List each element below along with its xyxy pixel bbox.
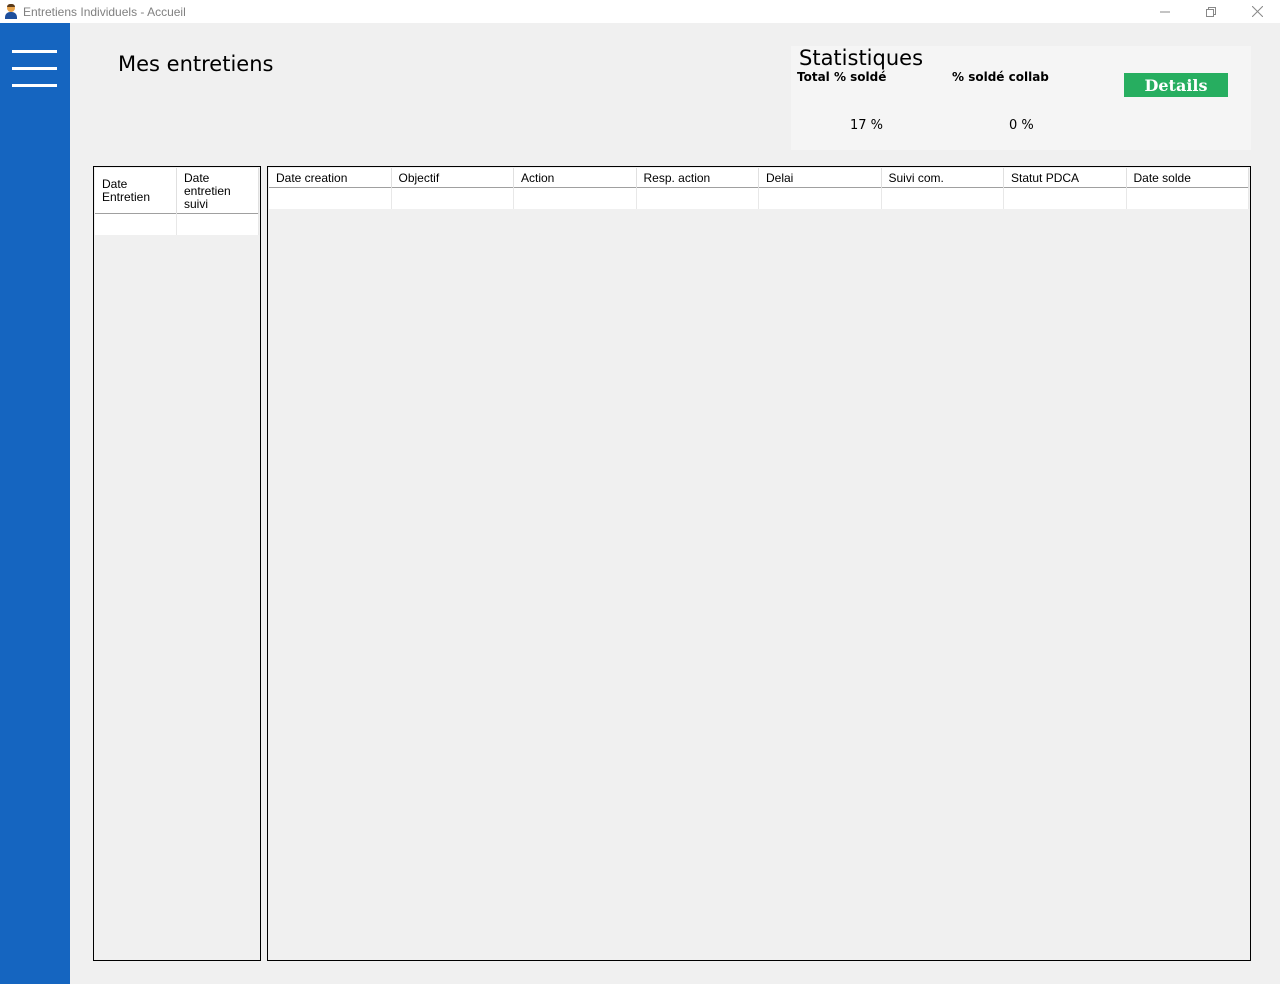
actions-grid[interactable]: Date creation Objectif Action Resp. acti… <box>267 166 1251 961</box>
table-cell[interactable] <box>269 188 392 209</box>
table-cell[interactable] <box>882 188 1004 209</box>
table-cell[interactable] <box>637 188 759 209</box>
user-icon <box>4 3 18 20</box>
column-header-date-entretien[interactable]: Date Entretien <box>95 168 177 214</box>
column-header-resp-action[interactable]: Resp. action <box>637 168 759 188</box>
total-solde-label: Total % soldé <box>797 70 887 84</box>
details-button[interactable]: Details <box>1124 73 1228 97</box>
column-header-date-creation[interactable]: Date creation <box>269 168 392 188</box>
table-cell[interactable] <box>1004 188 1127 209</box>
column-header-date-solde[interactable]: Date solde <box>1127 168 1249 188</box>
page-title: Mes entretiens <box>118 52 274 76</box>
table-cell[interactable] <box>95 214 177 235</box>
table-cell[interactable] <box>759 188 882 209</box>
restore-button[interactable] <box>1188 0 1234 23</box>
collab-solde-value: 0 % <box>1009 118 1034 133</box>
restore-icon <box>1206 6 1216 17</box>
minimize-icon <box>1160 11 1170 12</box>
column-header-statut-pdca[interactable]: Statut PDCA <box>1004 168 1127 188</box>
title-bar: Entretiens Individuels - Accueil <box>0 0 1280 23</box>
statistics-panel: Statistiques Total % soldé % soldé colla… <box>791 46 1251 150</box>
total-solde-value: 17 % <box>850 118 884 133</box>
collab-solde-label: % soldé collab <box>952 70 1049 84</box>
close-icon <box>1251 6 1263 17</box>
statistics-title: Statistiques <box>799 46 924 70</box>
interviews-grid[interactable]: Date Entretien Date entretien suivi <box>93 166 261 961</box>
sidebar <box>0 23 70 984</box>
actions-grid-header: Date creation Objectif Action Resp. acti… <box>269 168 1249 188</box>
table-cell[interactable] <box>177 214 259 235</box>
close-button[interactable] <box>1234 0 1280 23</box>
minimize-button[interactable] <box>1142 0 1188 23</box>
column-header-delai[interactable]: Delai <box>759 168 882 188</box>
window-controls <box>1142 0 1280 23</box>
column-header-action[interactable]: Action <box>514 168 637 188</box>
table-cell[interactable] <box>514 188 637 209</box>
table-cell[interactable] <box>392 188 514 209</box>
table-row[interactable] <box>269 188 1249 209</box>
column-header-objectif[interactable]: Objectif <box>392 168 514 188</box>
column-header-suivi-com[interactable]: Suivi com. <box>882 168 1004 188</box>
table-row[interactable] <box>95 214 259 235</box>
interviews-grid-header: Date Entretien Date entretien suivi <box>95 168 259 214</box>
column-header-date-entretien-suivi[interactable]: Date entretien suivi <box>177 168 259 214</box>
window-title: Entretiens Individuels - Accueil <box>23 4 186 19</box>
hamburger-menu-icon[interactable] <box>12 50 57 90</box>
table-cell[interactable] <box>1127 188 1249 209</box>
